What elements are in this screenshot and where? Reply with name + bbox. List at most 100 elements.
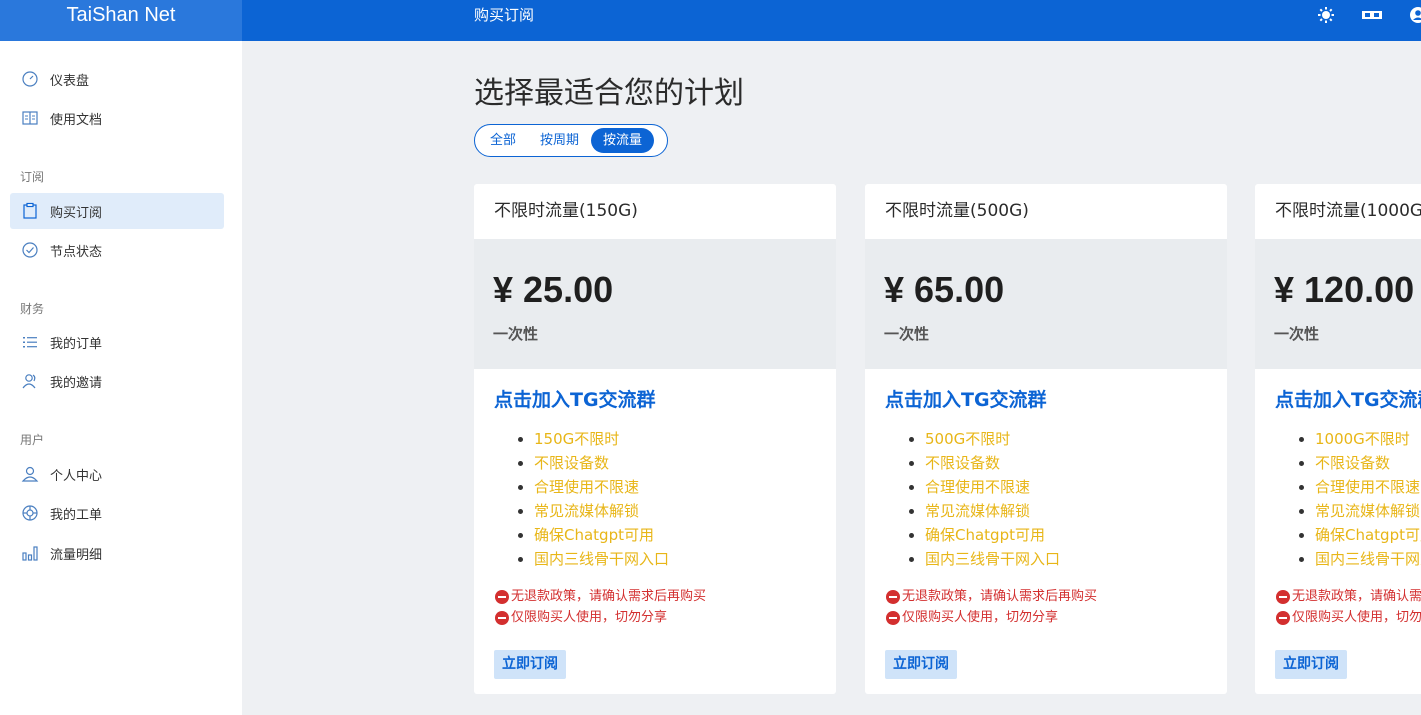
tg-group-link[interactable]: 点击加入TG交流群	[474, 385, 836, 412]
sidebar-item-buy-subscription[interactable]: 购买订阅	[10, 193, 224, 229]
feature-item: 不限设备数	[1315, 451, 1421, 475]
feature-item: 确保Chatgpt可用	[534, 523, 836, 547]
notice-no-share: 仅限购买人使用，切勿分享	[1255, 607, 1421, 628]
tg-group-link[interactable]: 点击加入TG交流群	[1255, 385, 1421, 412]
no-entry-icon	[495, 589, 509, 604]
book-icon	[22, 111, 38, 125]
notice-no-refund: 无退款政策，请确认需求后再购买	[1255, 586, 1421, 607]
user-account-icon[interactable]	[1409, 6, 1421, 24]
notice-no-refund: 无退款政策，请确认需求后再购买	[474, 586, 836, 607]
notice-text: 无退款政策，请确认需求后再购买	[1292, 589, 1421, 604]
subscribe-button[interactable]: 立即订阅	[494, 650, 566, 679]
feature-item: 常见流媒体解锁	[1315, 499, 1421, 523]
bar-chart-icon	[22, 546, 38, 561]
sidebar-section-subscription: 订阅	[20, 170, 45, 184]
feature-item: 常见流媒体解锁	[925, 499, 1227, 523]
sidebar: 仪表盘 使用文档 订阅 购买订阅 节点状态 财务 我的订单 我的邀请 用户 个人…	[0, 41, 242, 715]
notice-text: 无退款政策，请确认需求后再购买	[902, 589, 1098, 604]
no-entry-icon	[495, 610, 509, 625]
filter-tab-all[interactable]: 全部	[478, 128, 528, 153]
plan-price: ¥ 120.00	[1274, 269, 1415, 310]
list-icon	[23, 337, 37, 348]
sidebar-item-docs[interactable]: 使用文档	[10, 100, 224, 136]
feature-item: 不限设备数	[925, 451, 1227, 475]
sidebar-item-label: 我的工单	[50, 507, 103, 523]
plan-price: ¥ 25.00	[493, 269, 614, 310]
feature-list: 150G不限时 不限设备数 合理使用不限速 常见流媒体解锁 确保Chatgpt可…	[474, 427, 836, 571]
sidebar-item-label: 个人中心	[50, 468, 103, 484]
sidebar-section-user: 用户	[20, 433, 45, 447]
sidebar-item-profile[interactable]: 个人中心	[10, 456, 224, 492]
check-circle-icon	[22, 242, 38, 258]
brand-logo[interactable]: TaiShan Net	[0, 0, 242, 41]
feature-item: 合理使用不限速	[1315, 475, 1421, 499]
price-box: ¥ 25.00 一次性	[474, 239, 836, 369]
speedometer-icon	[22, 71, 38, 87]
notice-no-refund: 无退款政策，请确认需求后再购买	[865, 586, 1227, 607]
no-entry-icon	[886, 589, 900, 604]
sidebar-item-label: 流量明细	[50, 547, 103, 563]
sidebar-item-label: 使用文档	[50, 112, 103, 128]
plan-price: ¥ 65.00	[884, 269, 1005, 310]
notice-text: 仅限购买人使用，切勿分享	[902, 610, 1059, 625]
top-bar: TaiShan Net 购买订阅	[0, 0, 1421, 41]
feature-item: 国内三线骨干网入口	[534, 547, 836, 571]
sidebar-item-tickets[interactable]: 我的工单	[10, 495, 224, 531]
feature-list: 1000G不限时 不限设备数 合理使用不限速 常见流媒体解锁 确保Chatgpt…	[1255, 427, 1421, 571]
plan-period: 一次性	[1274, 325, 1320, 343]
language-icon[interactable]	[1361, 6, 1383, 24]
feature-item: 500G不限时	[925, 427, 1227, 451]
no-entry-icon	[1276, 610, 1290, 625]
notice-no-share: 仅限购买人使用，切勿分享	[865, 607, 1227, 628]
sidebar-item-label: 我的邀请	[50, 375, 103, 391]
feature-item: 不限设备数	[534, 451, 836, 475]
plan-filter-toggle: 全部 按周期 按流量	[474, 124, 668, 157]
subscribe-button[interactable]: 立即订阅	[885, 650, 957, 679]
plan-title: 不限时流量(500G)	[885, 201, 1029, 221]
feature-item: 常见流媒体解锁	[534, 499, 836, 523]
feature-item: 合理使用不限速	[534, 475, 836, 499]
plan-title: 不限时流量(150G)	[494, 201, 638, 221]
feature-item: 确保Chatgpt可用	[1315, 523, 1421, 547]
filter-tab-traffic[interactable]: 按流量	[591, 128, 655, 153]
sidebar-item-my-orders[interactable]: 我的订单	[10, 324, 224, 360]
filter-tab-period[interactable]: 按周期	[528, 128, 591, 153]
page-title: 选择最适合您的计划	[474, 76, 744, 111]
feature-item: 确保Chatgpt可用	[925, 523, 1227, 547]
users-icon	[22, 374, 36, 389]
sidebar-section-finance: 财务	[20, 302, 45, 316]
feature-item: 150G不限时	[534, 427, 836, 451]
plan-period: 一次性	[493, 325, 539, 343]
notice-text: 仅限购买人使用，切勿分享	[1292, 610, 1421, 625]
notice-no-share: 仅限购买人使用，切勿分享	[474, 607, 836, 628]
feature-item: 1000G不限时	[1315, 427, 1421, 451]
no-entry-icon	[886, 610, 900, 625]
notice-text: 仅限购买人使用，切勿分享	[511, 610, 668, 625]
feature-item: 合理使用不限速	[925, 475, 1227, 499]
header-title: 购买订阅	[474, 6, 535, 24]
plan-card: 不限时流量(1000G) ¥ 120.00 一次性 点击加入TG交流群 1000…	[1255, 184, 1421, 694]
sidebar-item-label: 购买订阅	[50, 205, 103, 221]
theme-toggle-icon[interactable]	[1317, 6, 1335, 24]
sidebar-item-node-status[interactable]: 节点状态	[10, 232, 224, 268]
user-icon	[21, 466, 39, 482]
tg-group-link[interactable]: 点击加入TG交流群	[865, 385, 1227, 412]
sidebar-item-traffic-detail[interactable]: 流量明细	[10, 535, 224, 571]
feature-list: 500G不限时 不限设备数 合理使用不限速 常见流媒体解锁 确保Chatgpt可…	[865, 427, 1227, 571]
lifebuoy-icon	[22, 505, 38, 521]
sidebar-item-my-invites[interactable]: 我的邀请	[10, 363, 224, 399]
sidebar-item-label: 仪表盘	[50, 73, 90, 89]
price-box: ¥ 65.00 一次性	[865, 239, 1227, 369]
feature-item: 国内三线骨干网入口	[925, 547, 1227, 571]
plan-period: 一次性	[884, 325, 930, 343]
price-box: ¥ 120.00 一次性	[1255, 239, 1421, 369]
no-entry-icon	[1276, 589, 1290, 604]
subscribe-button[interactable]: 立即订阅	[1275, 650, 1347, 679]
sidebar-item-label: 节点状态	[50, 244, 103, 260]
sidebar-item-label: 我的订单	[50, 336, 103, 352]
plan-card: 不限时流量(150G) ¥ 25.00 一次性 点击加入TG交流群 150G不限…	[474, 184, 836, 694]
plan-title: 不限时流量(1000G)	[1275, 201, 1421, 221]
sidebar-item-dashboard[interactable]: 仪表盘	[10, 61, 224, 97]
notice-text: 无退款政策，请确认需求后再购买	[511, 589, 707, 604]
clipboard-icon	[23, 202, 37, 219]
